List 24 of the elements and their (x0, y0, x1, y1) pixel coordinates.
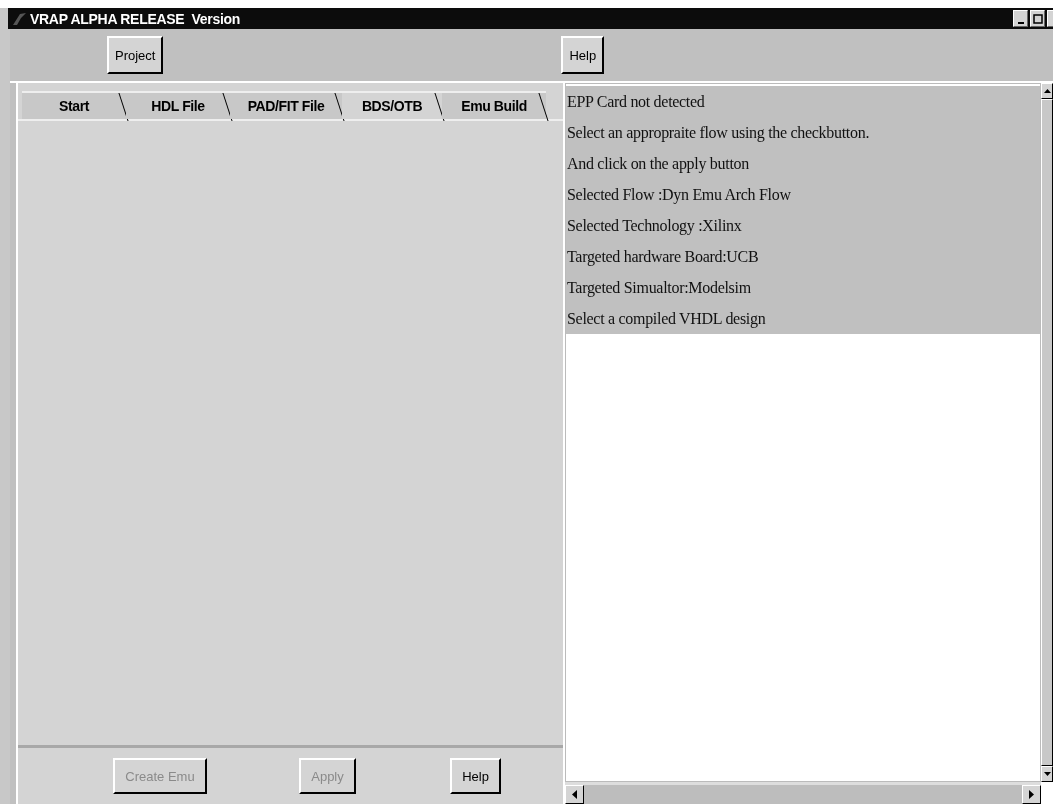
down-arrow-icon (1043, 772, 1051, 776)
action-button[interactable]: Help (450, 758, 501, 794)
right-arrow-icon (1029, 790, 1034, 799)
up-arrow-icon (1043, 89, 1051, 93)
close-button[interactable] (1047, 10, 1053, 27)
scroll-down-button[interactable] (1041, 766, 1053, 782)
horizontal-scrollbar[interactable] (565, 782, 1041, 804)
minimize-icon (1017, 22, 1024, 24)
scroll-left-button[interactable] (565, 785, 584, 804)
feather-icon (12, 11, 28, 26)
tab[interactable]: Emu Build (442, 91, 546, 119)
toolbar-button[interactable]: Help (561, 36, 605, 74)
scroll-right-button[interactable] (1022, 785, 1041, 804)
tab[interactable]: BDS/OTB (342, 91, 442, 119)
maximize-button[interactable] (1030, 10, 1045, 27)
maximize-icon (1032, 13, 1043, 24)
minimize-button[interactable] (1013, 10, 1028, 27)
scroll-up-button[interactable] (1041, 83, 1053, 99)
tab[interactable]: HDL File (126, 91, 230, 119)
tab[interactable]: PAD/FIT File (230, 91, 342, 119)
toolbar-button[interactable]: Project (107, 36, 164, 74)
tab[interactable]: Start (22, 91, 126, 119)
window-title: VRAP ALPHA RELEASE Version (30, 10, 240, 27)
left-arrow-icon (572, 790, 577, 799)
